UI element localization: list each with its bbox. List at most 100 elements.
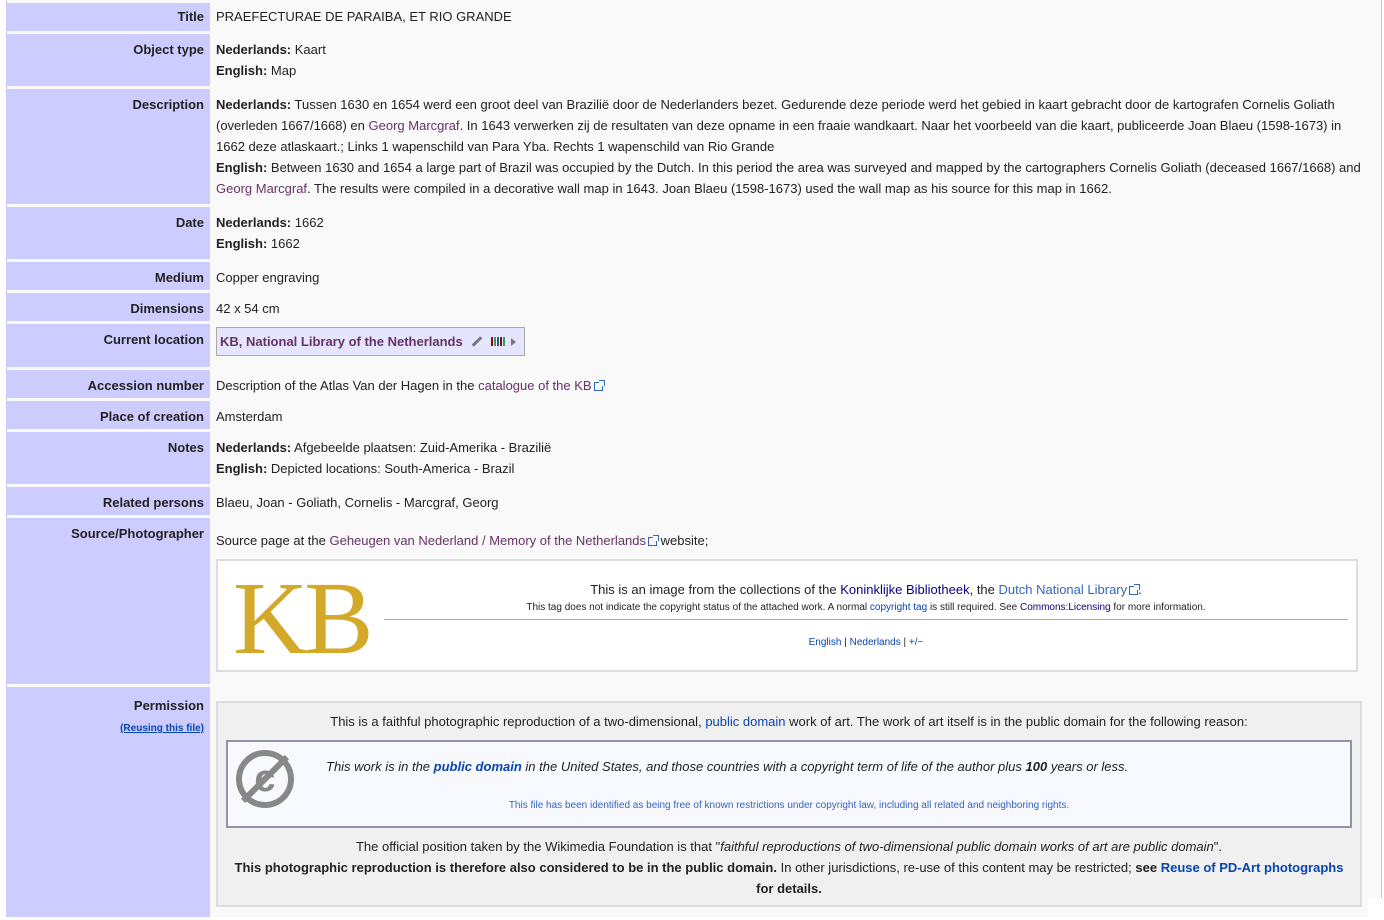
value-place: Amsterdam	[210, 401, 1368, 429]
value-current-location: KB, National Library of the Netherlands	[210, 324, 1368, 367]
en-label: English:	[216, 461, 268, 476]
en-value: Depicted locations: South-America - Braz…	[270, 461, 515, 476]
row-date: Date Nederlands: 1662 English: 1662	[6, 207, 1368, 259]
separator: |	[903, 637, 907, 648]
nl-label: Nederlands:	[216, 440, 292, 455]
value-related: Blaeu, Joan - Goliath, Cornelis - Marcgr…	[210, 487, 1368, 515]
nl-value: 1662	[294, 215, 324, 230]
label-place: Place of creation	[6, 401, 210, 429]
value-dimensions: 42 x 54 cm	[210, 293, 1368, 321]
row-related: Related persons Blaeu, Joan - Goliath, C…	[6, 487, 1368, 515]
kb-main-line: This is an image from the collections of…	[384, 582, 1348, 598]
see-text: see	[1135, 860, 1158, 875]
source-text-1: Source page at the	[216, 533, 326, 548]
kb-note-line: This tag does not indicate the copyright…	[384, 601, 1348, 615]
external-link-icon	[1129, 584, 1141, 595]
lang-english-link[interactable]: English	[809, 637, 842, 648]
value-notes: Nederlands: Afgebeelde plaatsen: Zuid-Am…	[210, 432, 1368, 484]
intro-text: This is a faithful photographic reproduc…	[330, 714, 702, 729]
row-place: Place of creation Amsterdam	[6, 401, 1368, 429]
row-title: Title PRAEFECTURAE DE PARAIBA, ET RIO GR…	[6, 3, 1368, 31]
wmf-position: The official position taken by the Wikim…	[226, 836, 1352, 899]
row-notes: Notes Nederlands: Afgebeelde plaatsen: Z…	[6, 432, 1368, 484]
accession-text: Description of the Atlas Van der Hagen i…	[216, 378, 475, 393]
label-object-type: Object type	[6, 34, 210, 86]
georg-marcgraf-link[interactable]: Georg Marcgraf	[369, 118, 460, 133]
information-table: Title PRAEFECTURAE DE PARAIBA, ET RIO GR…	[6, 0, 1368, 920]
language-links: English | Nederlands | +/−	[384, 632, 1348, 653]
label-notes: Notes	[6, 432, 210, 484]
value-accession: Description of the Atlas Van der Hagen i…	[210, 370, 1368, 398]
lang-nederlands-link[interactable]: Nederlands	[850, 637, 901, 648]
for-details-text: for details.	[756, 881, 822, 896]
pd-art-intro: This is a faithful photographic reproduc…	[226, 711, 1352, 732]
row-permission: Permission (Reusing this file) This is a…	[6, 687, 1368, 917]
kb-note-text: for more information.	[1113, 602, 1206, 613]
row-current-location: Current location KB, National Library of…	[6, 324, 1368, 367]
georg-marcgraf-link-en[interactable]: Georg Marcgraf	[216, 181, 307, 196]
row-accession: Accession number Description of the Atla…	[6, 370, 1368, 398]
reuse-pd-art-link[interactable]: Reuse of PD-Art photographs	[1161, 860, 1344, 875]
koninklijke-bibliotheek-link[interactable]: Koninklijke Bibliotheek	[840, 582, 969, 597]
reusing-file-link[interactable]: (Reusing this file)	[120, 723, 204, 734]
row-source: Source/Photographer Source page at the G…	[6, 518, 1368, 684]
label-accession: Accession number	[6, 370, 210, 398]
value-object-type: Nederlands: Kaart English: Map	[210, 34, 1368, 86]
kb-text: , the	[969, 582, 995, 597]
pencil-icon[interactable]	[471, 336, 483, 347]
value-source: Source page at the Geheugen van Nederlan…	[210, 518, 1368, 684]
en-value: 1662	[270, 236, 300, 251]
source-text-2: website;	[660, 533, 709, 548]
pd-text: This work is in the	[326, 759, 431, 774]
value-medium: Copper engraving	[210, 262, 1368, 290]
row-dimensions: Dimensions 42 x 54 cm	[6, 293, 1368, 321]
wmf-text: ".	[1213, 839, 1222, 854]
pd-free-note-link[interactable]: This file has been identified as being f…	[509, 800, 1069, 811]
en-label: English:	[216, 63, 268, 78]
value-title: PRAEFECTURAE DE PARAIBA, ET RIO GRANDE	[210, 3, 1368, 31]
public-domain-link[interactable]: public domain	[705, 714, 785, 729]
pd-text: in the United States, and those countrie…	[525, 759, 1022, 774]
value-date: Nederlands: 1662 English: 1662	[210, 207, 1368, 259]
expand-triangle-icon[interactable]	[510, 337, 516, 346]
commons-licensing-link[interactable]: Commons:Licensing	[1020, 602, 1111, 613]
external-link-icon	[593, 380, 605, 391]
institution-box[interactable]: KB, National Library of the Netherlands	[216, 327, 525, 356]
pd-public-domain-link[interactable]: public domain	[434, 759, 522, 774]
external-link-icon	[648, 535, 660, 546]
nl-value: Kaart	[294, 42, 326, 57]
memory-netherlands-link[interactable]: Geheugen van Nederland / Memory of the N…	[329, 533, 646, 548]
nl-label: Nederlands:	[216, 215, 292, 230]
edit-translations-link[interactable]: +/−	[909, 637, 923, 648]
pd-free-note: This file has been identified as being f…	[228, 795, 1350, 816]
intro-text: work of art. The work of art itself is i…	[789, 714, 1248, 729]
en-label: English:	[216, 160, 268, 175]
nl-label: Nederlands:	[216, 42, 292, 57]
label-source: Source/Photographer	[6, 518, 210, 684]
en-text-1: Between 1630 and 1654 a large part of Br…	[270, 160, 1361, 175]
jurisdiction-text: In other jurisdictions, re-use of this c…	[780, 860, 1132, 875]
wmf-text: The official position taken by the Wikim…	[355, 839, 721, 854]
wikidata-icon[interactable]	[490, 337, 505, 346]
dutch-national-library-link[interactable]: Dutch National Library	[999, 582, 1128, 597]
kb-note-text: This tag does not indicate the copyright…	[526, 602, 868, 613]
copyright-tag-link[interactable]: copyright tag	[870, 602, 927, 613]
value-description: Nederlands: Tussen 1630 en 1654 werd een…	[210, 89, 1368, 204]
row-medium: Medium Copper engraving	[6, 262, 1368, 290]
pd-years: 100	[1025, 759, 1048, 774]
label-date: Date	[6, 207, 210, 259]
pd-license-box: c This work is in the public domain in t…	[226, 740, 1352, 828]
label-description: Description	[6, 89, 210, 204]
pd-conclusion: This photographic reproduction is theref…	[234, 860, 777, 875]
label-title: Title	[6, 3, 210, 31]
divider	[384, 619, 1348, 620]
label-medium: Medium	[6, 262, 210, 290]
row-description: Description Nederlands: Tussen 1630 en 1…	[6, 89, 1368, 204]
pd-art-box: This is a faithful photographic reproduc…	[216, 701, 1362, 907]
catalogue-link[interactable]: catalogue of the KB	[478, 378, 591, 393]
nl-value: Afgebeelde plaatsen: Zuid-Amerika - Braz…	[294, 440, 552, 455]
kb-logo: KB	[233, 561, 373, 676]
permission-label: Permission	[133, 698, 204, 713]
row-object-type: Object type Nederlands: Kaart English: M…	[6, 34, 1368, 86]
pd-text: years or less.	[1050, 759, 1129, 774]
